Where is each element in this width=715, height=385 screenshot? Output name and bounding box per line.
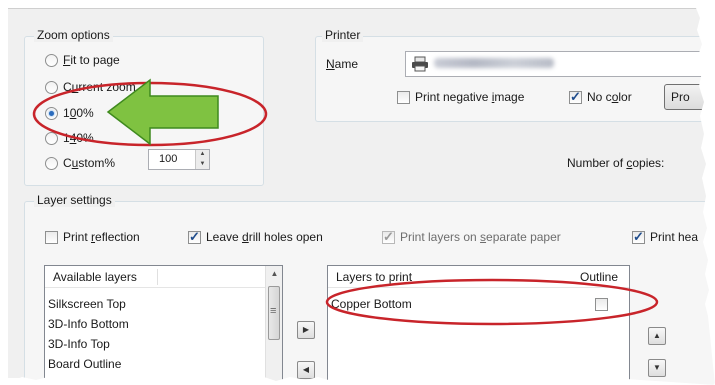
current-zoom-label: Current zoom [63, 80, 136, 94]
printer-title: Printer [322, 28, 364, 42]
print-reflection-label: Print reflection [63, 230, 140, 244]
header-divider [157, 269, 158, 285]
printer-group [315, 36, 715, 122]
screenshot-canvas: Zoom options Fit to page Current zoom 10… [0, 0, 715, 385]
zoom-options-title: Zoom options [34, 28, 113, 42]
list-item[interactable]: 3D-Info Bottom [48, 317, 129, 331]
table-row[interactable]: Copper Bottom [331, 297, 412, 311]
scroll-up-icon[interactable]: ▲ [266, 266, 282, 282]
no-color-checkbox[interactable] [569, 89, 582, 105]
layers-to-print-list[interactable]: Layers to print Outline Copper Bottom [327, 265, 630, 385]
printer-properties-button[interactable]: Pro [664, 84, 715, 110]
list-item[interactable]: Board Outline [48, 357, 121, 371]
printer-name-blurred [434, 58, 554, 68]
print-negative-image-checkbox[interactable] [397, 91, 410, 104]
fit-to-page-radio[interactable] [45, 54, 58, 67]
available-layers-header-label: Available layers [53, 270, 137, 284]
zoom-100-label: 100% [63, 106, 94, 120]
no-color-label: No color [587, 90, 632, 104]
print-header-label: Print hea [650, 230, 699, 244]
move-up-button[interactable]: ▲ [648, 327, 666, 345]
custom-zoom-label: Custom% [63, 156, 116, 170]
print-negative-image-label: Print negative image [415, 90, 525, 104]
outline-checkbox[interactable] [595, 298, 608, 311]
arrow-up-icon: ▲ [653, 331, 661, 340]
layer-settings-title: Layer settings [34, 193, 115, 207]
current-zoom-radio[interactable] [45, 81, 58, 94]
zoom-140-radio[interactable] [45, 132, 58, 145]
fit-to-page-label: Fit to page [63, 53, 120, 67]
leave-drill-holes-open-label: Leave drill holes open [206, 230, 323, 244]
available-layers-scrollbar[interactable]: ▲ [265, 266, 282, 385]
print-layers-separate-label: Print layers on separate paper [400, 230, 561, 244]
printer-name-label: Name [326, 57, 359, 71]
scroll-thumb[interactable] [268, 286, 280, 340]
printer-icon [412, 56, 428, 72]
custom-zoom-stepper[interactable]: 100 ▲ ▼ [148, 149, 210, 170]
custom-zoom-spin-buttons[interactable]: ▲ ▼ [195, 150, 209, 169]
available-layers-header[interactable]: Available layers [45, 266, 282, 288]
print-header-checkbox[interactable] [632, 229, 645, 245]
layers-to-print-header-label: Layers to print [336, 270, 413, 284]
printer-name-select[interactable] [405, 51, 705, 77]
add-layer-button[interactable]: ▶ [297, 321, 315, 339]
arrow-right-icon: ▶ [302, 325, 310, 334]
list-item[interactable]: 3D-Info Top [48, 337, 110, 351]
spin-down-icon[interactable]: ▼ [196, 160, 209, 170]
custom-zoom-radio[interactable] [45, 157, 58, 170]
print-reflection-checkbox[interactable] [45, 231, 58, 244]
arrow-left-icon: ◀ [302, 365, 310, 374]
spin-up-icon[interactable]: ▲ [196, 150, 209, 160]
custom-zoom-value: 100 [159, 153, 178, 165]
properties-button-label: Pro [671, 90, 690, 104]
leave-drill-holes-open-checkbox[interactable] [188, 229, 201, 245]
print-layers-separate-checkbox[interactable] [382, 229, 395, 245]
layers-to-print-header[interactable]: Layers to print Outline [328, 266, 629, 288]
layer-name: Copper Bottom [331, 297, 412, 311]
zoom-140-label: 140% [63, 131, 94, 145]
list-item[interactable]: Silkscreen Top [48, 297, 126, 311]
zoom-100-radio[interactable] [45, 107, 58, 120]
remove-layer-button[interactable]: ◀ [297, 361, 315, 379]
number-of-copies-label: Number of copies: [567, 156, 665, 170]
available-layers-list[interactable]: Available layers Silkscreen Top 3D-Info … [44, 265, 283, 385]
move-down-button[interactable]: ▼ [648, 359, 666, 377]
arrow-down-icon: ▼ [653, 363, 661, 372]
zoom-options-group [24, 36, 264, 186]
outline-header-label: Outline [580, 270, 619, 284]
